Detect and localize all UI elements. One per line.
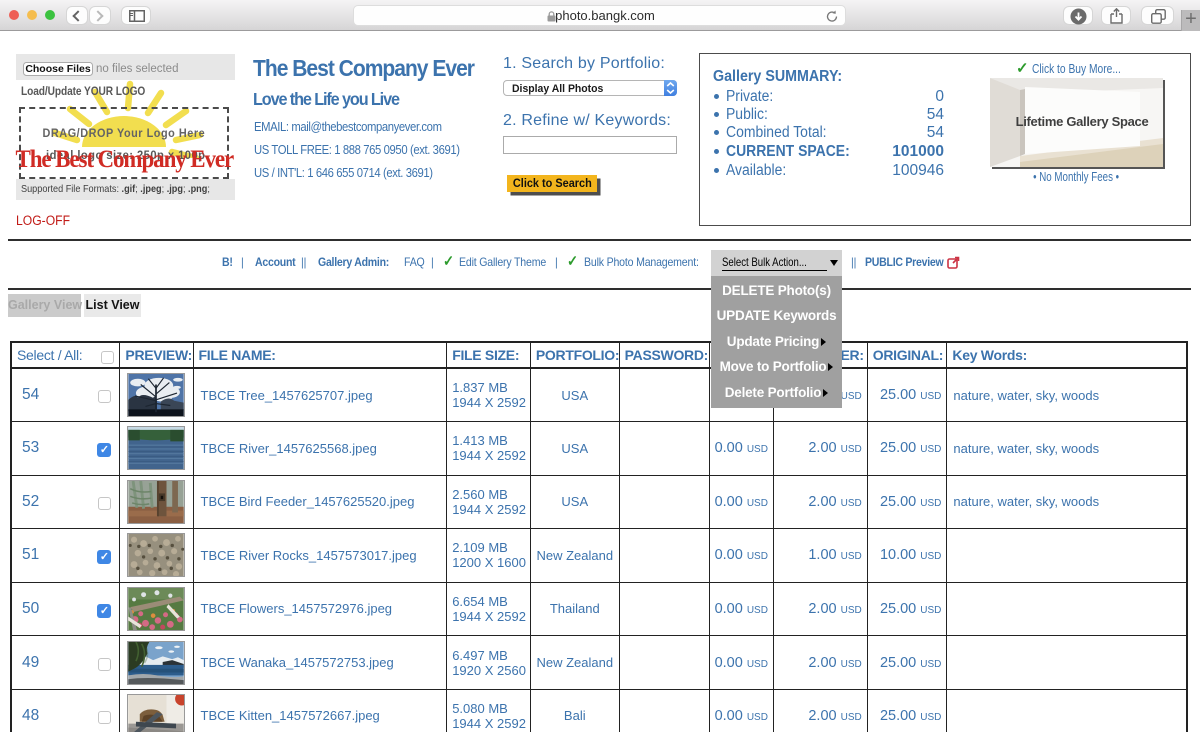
svg-text:Lifetime Gallery Space: Lifetime Gallery Space: [1016, 114, 1149, 129]
